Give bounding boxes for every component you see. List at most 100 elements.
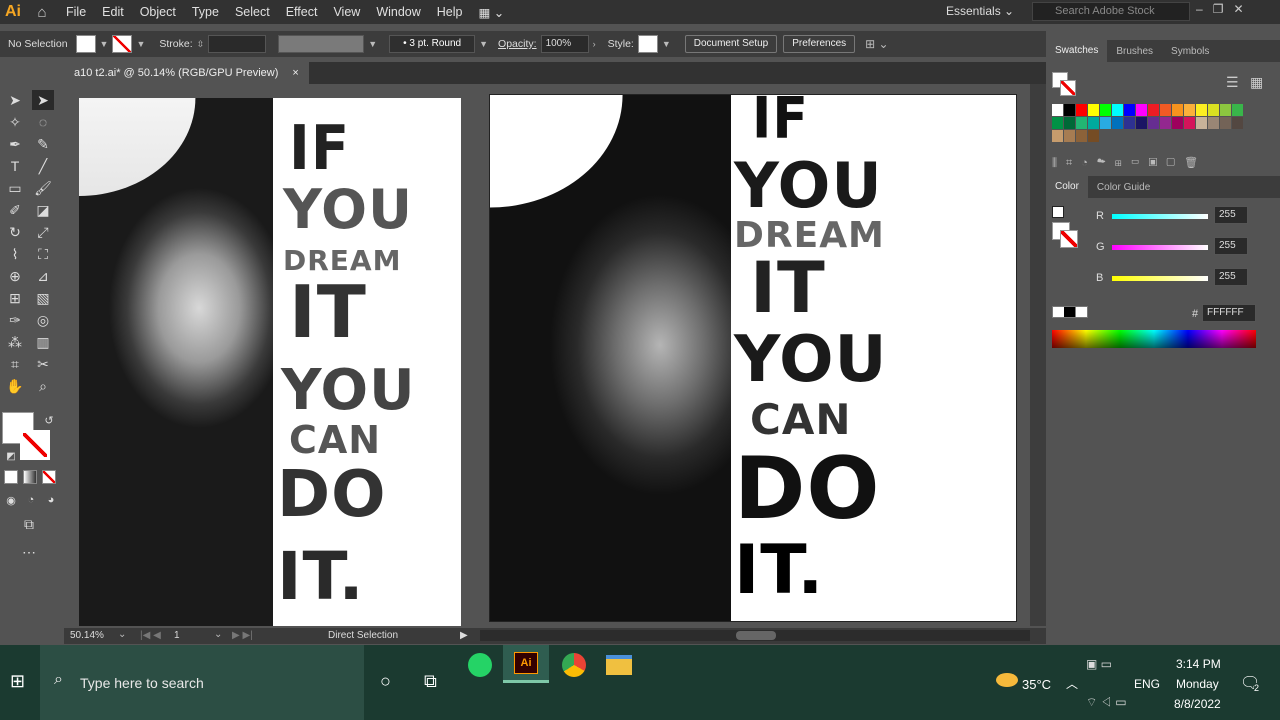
swatch[interactable] <box>1160 104 1171 116</box>
fill-swatch[interactable] <box>75 35 96 53</box>
document-tab[interactable]: a10 t2.ai* @ 50.14% (RGB/GPU Preview) × <box>64 62 309 84</box>
adobe-stock-search[interactable]: Search Adobe Stock <box>1032 2 1190 21</box>
swatch[interactable] <box>1208 104 1219 116</box>
warp-tool-icon[interactable]: ⌇ <box>4 244 26 264</box>
tab-color[interactable]: Color <box>1046 176 1088 198</box>
color-spectrum[interactable] <box>1052 330 1256 348</box>
task-view-icon[interactable]: ⧉ <box>424 671 437 692</box>
close-tab-icon[interactable]: × <box>292 67 298 79</box>
swatch[interactable] <box>1148 104 1159 116</box>
draw-inside-icon[interactable]: ◕ <box>40 490 62 510</box>
slice-tool-icon[interactable]: ✂ <box>32 354 54 374</box>
chevron-down-icon[interactable]: ▼ <box>368 39 377 49</box>
artboard-tool-icon[interactable]: ⌗ <box>4 354 26 374</box>
swatch[interactable] <box>1076 104 1087 116</box>
hand-tool-icon[interactable]: ✋ <box>4 376 26 396</box>
line-tool-icon[interactable]: ╱ <box>32 156 54 176</box>
minimize-icon[interactable]: – <box>1196 2 1203 16</box>
status-menu-icon[interactable]: ▶ <box>460 630 468 641</box>
swatch[interactable] <box>1100 117 1111 129</box>
color-mode-icon[interactable] <box>4 470 18 484</box>
column-graph-icon[interactable]: ▥ <box>32 332 54 352</box>
magic-wand-icon[interactable]: ✧ <box>4 112 26 132</box>
swatch[interactable] <box>1064 117 1075 129</box>
chevron-down-icon[interactable]: ⌄ <box>214 629 222 640</box>
cortana-icon[interactable]: ○ <box>380 671 391 692</box>
swatch[interactable] <box>1112 117 1123 129</box>
network-volume-icon[interactable]: ⌔ ◁ ▭ <box>1086 695 1127 710</box>
close-window-icon[interactable]: ✕ <box>1233 2 1243 16</box>
lasso-icon[interactable]: ◌ <box>32 112 54 132</box>
swap-fill-stroke-icon[interactable]: ↺ <box>38 410 60 430</box>
artboard-right[interactable]: IF YOU DREAM IT YOU CAN DO IT. <box>489 94 1017 622</box>
align-icon[interactable]: ⊞ ⌄ <box>865 37 888 51</box>
swatch[interactable] <box>1196 117 1207 129</box>
home-icon[interactable]: ⌂ <box>26 4 58 21</box>
chevron-down-icon[interactable]: ▼ <box>136 39 145 49</box>
b-slider[interactable] <box>1112 276 1208 281</box>
chevron-down-icon[interactable]: ⌄ <box>118 629 126 640</box>
swatch[interactable] <box>1076 117 1087 129</box>
swatch[interactable] <box>1172 117 1183 129</box>
swatch[interactable] <box>1232 117 1243 129</box>
workspace-switcher[interactable]: Essentials ⌄ <box>946 4 1014 18</box>
zoom-tool-icon[interactable]: ⌕ <box>32 376 54 396</box>
vertical-scrollbar[interactable] <box>1030 84 1046 626</box>
swatch[interactable] <box>1220 117 1231 129</box>
g-value[interactable]: 255 <box>1214 237 1248 255</box>
color-stroke-box[interactable] <box>1060 230 1078 248</box>
variable-width-profile[interactable] <box>278 35 365 53</box>
paintbrush-icon[interactable]: 🖌 <box>32 178 54 198</box>
b-value[interactable]: 255 <box>1214 268 1248 286</box>
first-artboard-icon[interactable]: |◀ ◀ <box>140 630 161 641</box>
blend-tool-icon[interactable]: ◎ <box>32 310 54 330</box>
stroke-swatch[interactable] <box>112 35 133 53</box>
hex-value[interactable]: FFFFFF <box>1202 304 1256 322</box>
swatch[interactable] <box>1184 104 1195 116</box>
swatch[interactable] <box>1184 117 1195 129</box>
whatsapp-icon[interactable] <box>468 653 492 677</box>
clock-day[interactable]: Monday <box>1176 677 1219 691</box>
none-mode-icon[interactable] <box>42 470 56 484</box>
tab-color-guide[interactable]: Color Guide <box>1088 182 1159 193</box>
chevron-down-icon[interactable]: ▼ <box>479 39 488 49</box>
type-tool-icon[interactable]: T <box>4 156 26 176</box>
none-black-white-swatches[interactable] <box>1052 306 1088 318</box>
stroke-weight-field[interactable] <box>208 35 267 53</box>
artboard-number[interactable]: 1 <box>174 630 212 641</box>
screen-mode-icon[interactable]: ⧉ <box>18 514 40 534</box>
swatch[interactable] <box>1088 117 1099 129</box>
swatch[interactable] <box>1136 117 1147 129</box>
stroke-color-box[interactable] <box>20 430 50 460</box>
taskbar-search[interactable]: ⌕ Type here to search <box>40 645 364 720</box>
menu-window[interactable]: Window <box>368 5 428 19</box>
swatch[interactable] <box>1124 117 1135 129</box>
grid-view-icon[interactable]: ▦ <box>1250 74 1263 91</box>
menu-edit[interactable]: Edit <box>94 5 132 19</box>
restore-icon[interactable]: ❐ <box>1213 2 1224 16</box>
stepper-icon[interactable]: ⇳ <box>197 39 205 50</box>
r-value[interactable]: 255 <box>1214 206 1248 224</box>
eyedropper-icon[interactable]: ✑ <box>4 310 26 330</box>
style-swatch[interactable] <box>637 35 658 53</box>
swatch[interactable] <box>1220 104 1231 116</box>
rotate-tool-icon[interactable]: ↻ <box>4 222 26 242</box>
shape-builder-icon[interactable]: ⊕ <box>4 266 26 286</box>
mesh-tool-icon[interactable]: ⊞ <box>4 288 26 308</box>
horizontal-scrollbar[interactable] <box>480 630 1030 641</box>
gradient-tool-icon[interactable]: ▧ <box>32 288 54 308</box>
swatch[interactable] <box>1088 104 1099 116</box>
symbol-sprayer-icon[interactable]: ⁂ <box>4 332 26 352</box>
swatch[interactable] <box>1208 117 1219 129</box>
gradient-mode-icon[interactable] <box>23 470 37 484</box>
zoom-level[interactable]: 50.14% <box>70 630 104 641</box>
weather-temp[interactable]: 35°C <box>1022 677 1051 692</box>
menu-view[interactable]: View <box>325 5 368 19</box>
swatch[interactable] <box>1160 117 1171 129</box>
show-hidden-icons[interactable]: ︿ <box>1066 675 1078 692</box>
file-explorer-icon[interactable] <box>606 655 632 675</box>
menu-file[interactable]: File <box>58 5 94 19</box>
swatch[interactable] <box>1232 104 1243 116</box>
clock-date[interactable]: 8/8/2022 <box>1174 697 1221 711</box>
g-slider[interactable] <box>1112 245 1208 250</box>
